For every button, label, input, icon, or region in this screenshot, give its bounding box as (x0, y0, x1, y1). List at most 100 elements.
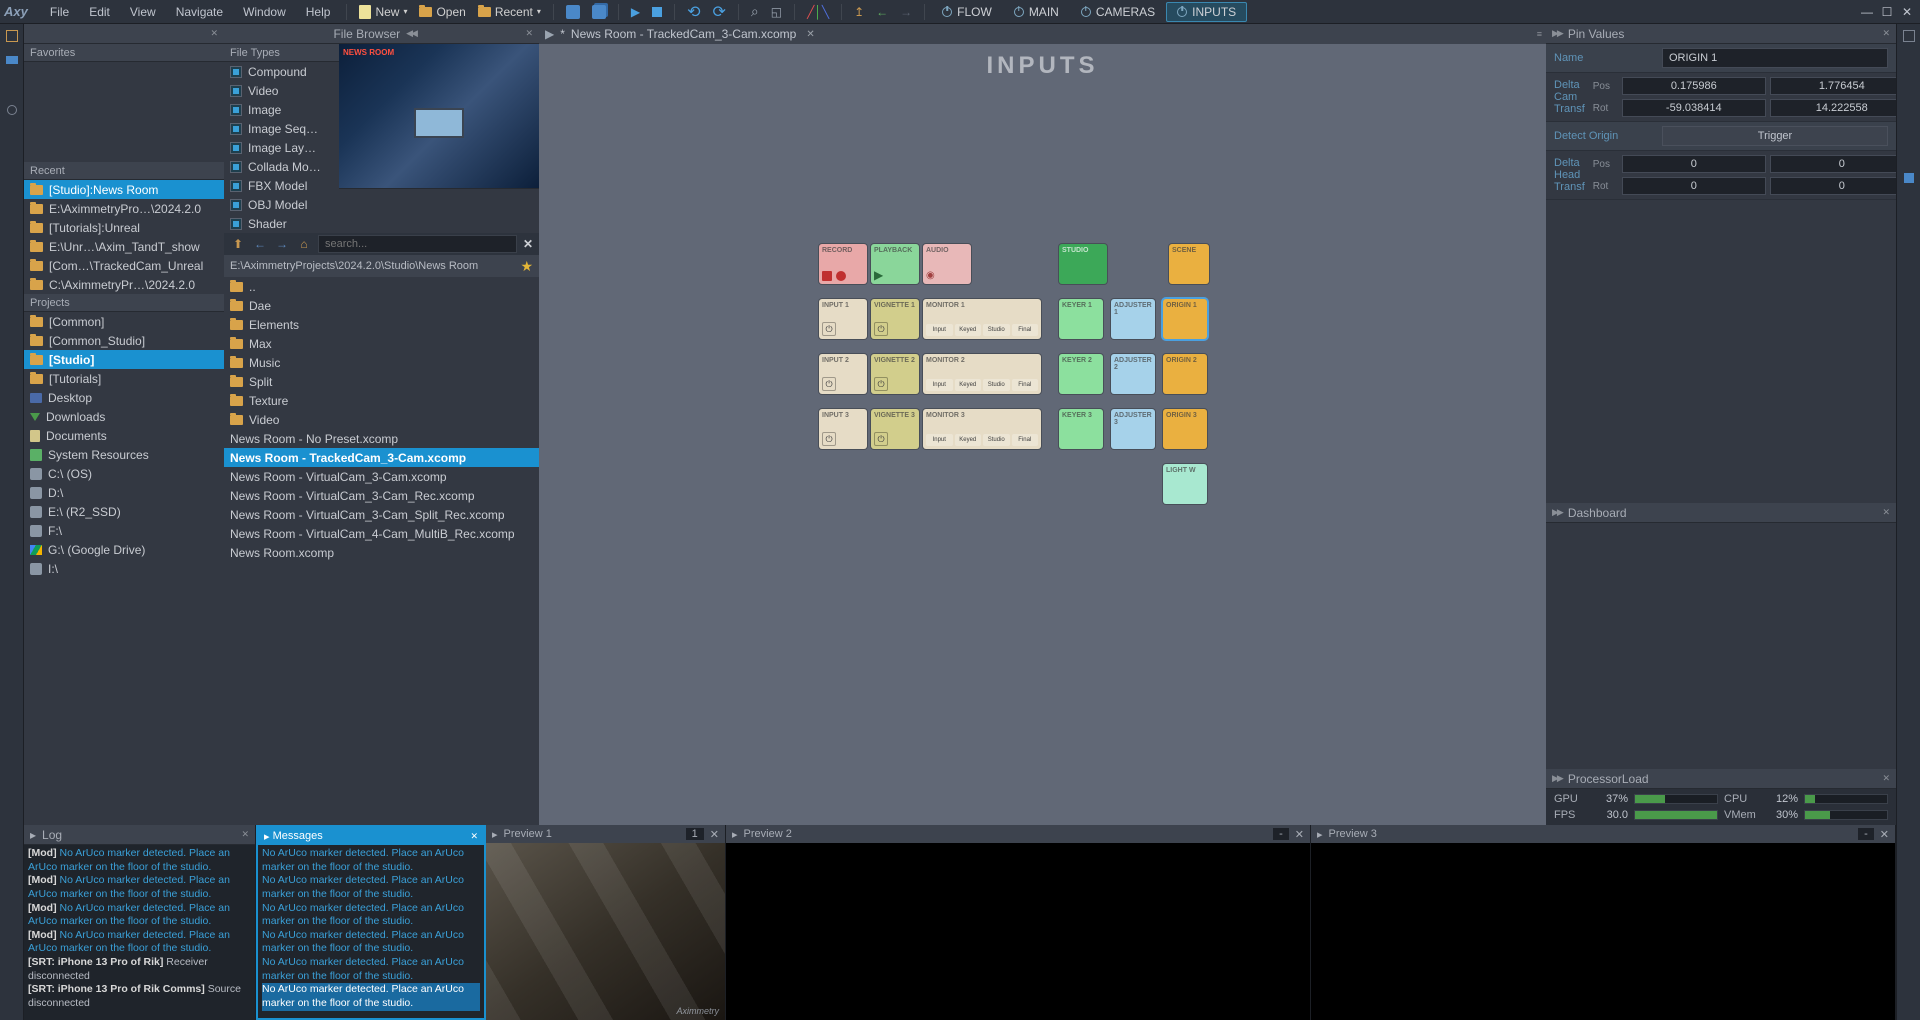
file-item[interactable]: Elements (224, 315, 539, 334)
close-icon[interactable]: ✕ (1898, 4, 1916, 20)
checkbox-icon[interactable] (230, 180, 242, 192)
cam-pos-y[interactable] (1770, 77, 1914, 95)
layout-r2-icon[interactable] (1901, 170, 1917, 186)
recent-item[interactable]: [Com…\TrackedCam_Unreal (24, 256, 224, 275)
maximize-icon[interactable]: ☐ (1878, 4, 1896, 20)
checkbox-icon[interactable] (230, 161, 242, 173)
menu-window[interactable]: Window (233, 0, 296, 23)
trigger-button[interactable]: Trigger (1662, 126, 1888, 146)
node-canvas[interactable]: INPUTS RECORD PLAYBACK▶ AUDIO◉ STUDIO SC… (539, 44, 1546, 825)
search-input[interactable] (318, 235, 517, 253)
clear-search-icon[interactable]: ✕ (523, 237, 533, 251)
file-item[interactable]: Texture (224, 391, 539, 410)
mode-flow[interactable]: FLOW (931, 2, 1003, 22)
nav-fwd-icon[interactable]: → (274, 236, 290, 252)
menu-file[interactable]: File (40, 0, 79, 23)
checkbox-icon[interactable] (230, 218, 242, 230)
file-item[interactable]: .. (224, 277, 539, 296)
nav-up-icon[interactable]: ⬆ (230, 236, 246, 252)
chevron-left-icon[interactable]: ◀◀ (406, 28, 416, 39)
nav-up-icon[interactable]: ↥ (848, 0, 870, 23)
recent-item[interactable]: [Tutorials]:Unreal (24, 218, 224, 237)
file-item[interactable]: Dae (224, 296, 539, 315)
checkbox-icon[interactable] (230, 123, 242, 135)
file-item[interactable]: News Room - VirtualCam_3-Cam_Rec.xcomp (224, 486, 539, 505)
project-item[interactable]: E:\ (R2_SSD) (24, 502, 224, 521)
project-item[interactable]: [Common] (24, 312, 224, 331)
close-tab-icon[interactable]: ✕ (806, 29, 814, 40)
star-icon[interactable]: ★ (520, 258, 533, 275)
checkbox-icon[interactable] (230, 104, 242, 116)
head-pos-x[interactable] (1622, 155, 1766, 173)
chevron-right-icon[interactable]: ▶▶ (1552, 773, 1562, 784)
project-item[interactable]: Downloads (24, 407, 224, 426)
fit-icon[interactable]: ◱ (765, 0, 788, 23)
mode-inputs[interactable]: INPUTS (1166, 2, 1247, 22)
close-icon[interactable]: ✕ (1882, 773, 1890, 784)
menu-help[interactable]: Help (296, 0, 341, 23)
close-icon[interactable]: ✕ (1880, 828, 1889, 841)
chevron-right-icon[interactable]: ▶▶ (1552, 507, 1562, 518)
filetype-item[interactable]: Image Seq… (224, 119, 339, 138)
recent-item[interactable]: E:\Unr…\Axim_TandT_show (24, 237, 224, 256)
project-item[interactable]: Desktop (24, 388, 224, 407)
nav-back-icon[interactable]: ← (870, 0, 894, 23)
open-button[interactable]: Open (413, 0, 471, 23)
run-icon[interactable]: ▶ (545, 27, 554, 41)
preview1-viewport[interactable]: Aximmetry (486, 843, 725, 1020)
project-item[interactable]: C:\ (OS) (24, 464, 224, 483)
project-item[interactable]: F:\ (24, 521, 224, 540)
project-item[interactable]: System Resources (24, 445, 224, 464)
stop-icon[interactable] (646, 0, 668, 23)
file-item[interactable]: Max (224, 334, 539, 353)
filetype-item[interactable]: Collada Mo… (224, 157, 339, 176)
home-icon[interactable]: ⌂ (296, 236, 312, 252)
nav-back-icon[interactable]: ← (252, 236, 268, 252)
checkbox-icon[interactable] (230, 85, 242, 97)
file-item[interactable]: News Room - VirtualCam_4-Cam_MultiB_Rec.… (224, 524, 539, 543)
filetype-item[interactable]: Shader (224, 214, 339, 233)
layout-1-icon[interactable] (4, 28, 20, 44)
close-icon[interactable]: ✕ (470, 831, 478, 842)
project-item[interactable]: D:\ (24, 483, 224, 502)
file-item[interactable]: News Room - TrackedCam_3-Cam.xcomp (224, 448, 539, 467)
chevron-right-icon[interactable]: ▶▶ (1552, 28, 1562, 39)
project-item[interactable]: G:\ (Google Drive) (24, 540, 224, 559)
preview3-viewport[interactable] (1311, 843, 1895, 1020)
save-all-icon[interactable] (586, 0, 612, 23)
project-item[interactable]: [Common_Studio] (24, 331, 224, 350)
new-button[interactable]: New▾ (353, 0, 413, 23)
head-rot-y[interactable] (1770, 177, 1914, 195)
menu-edit[interactable]: Edit (79, 0, 120, 23)
recent-item[interactable]: C:\AximmetryPr…\2024.2.0 (24, 275, 224, 294)
filetype-item[interactable]: FBX Model (224, 176, 339, 195)
project-item[interactable]: [Tutorials] (24, 369, 224, 388)
filetype-item[interactable]: Image Lay… (224, 138, 339, 157)
checkbox-icon[interactable] (230, 66, 242, 78)
project-item[interactable]: [Studio] (24, 350, 224, 369)
close-icon[interactable]: ✕ (241, 829, 249, 840)
filetype-item[interactable]: Video (224, 81, 339, 100)
play-icon[interactable]: ▶ (625, 0, 646, 23)
menu-icon[interactable]: ≡ (1537, 29, 1540, 39)
save-icon[interactable] (560, 0, 586, 23)
filetype-item[interactable]: Image (224, 100, 339, 119)
checkbox-icon[interactable] (230, 199, 242, 211)
file-item[interactable]: Split (224, 372, 539, 391)
preview2-viewport[interactable] (726, 843, 1310, 1020)
menu-navigate[interactable]: Navigate (166, 0, 233, 23)
checkbox-icon[interactable] (230, 142, 242, 154)
breadcrumb[interactable]: E:\AximmetryProjects\2024.2.0\Studio\New… (224, 255, 539, 277)
close-icon[interactable]: ✕ (710, 828, 719, 841)
head-rot-x[interactable] (1622, 177, 1766, 195)
close-icon[interactable]: ✕ (1295, 828, 1304, 841)
cam-rot-y[interactable] (1770, 99, 1914, 117)
close-icon[interactable]: ✕ (1882, 28, 1890, 39)
layout-2-icon[interactable] (4, 52, 20, 68)
messages-body[interactable]: No ArUco marker detected. Place an ArUco… (258, 845, 484, 1018)
recent-button[interactable]: Recent▾ (472, 0, 547, 23)
close-icon[interactable]: ✕ (525, 28, 533, 39)
recent-item[interactable]: [Studio]:News Room (24, 180, 224, 199)
file-item[interactable]: News Room - VirtualCam_3-Cam.xcomp (224, 467, 539, 486)
minimize-icon[interactable]: — (1858, 4, 1876, 20)
